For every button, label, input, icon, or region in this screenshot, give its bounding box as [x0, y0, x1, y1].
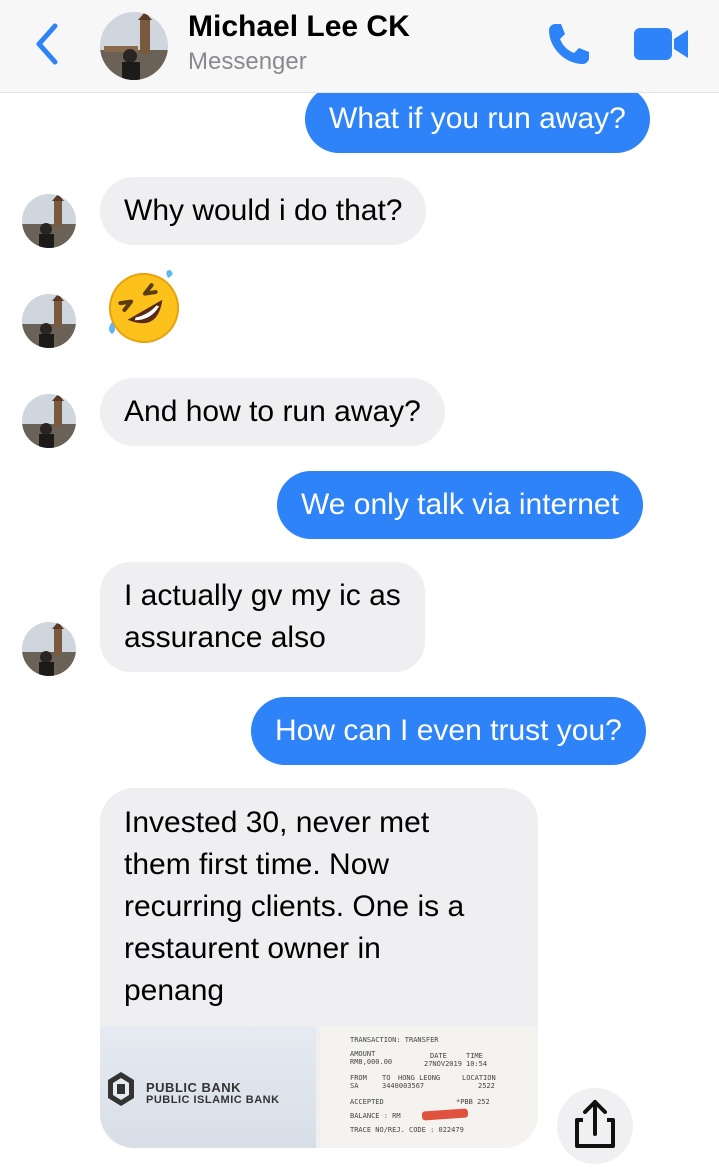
- transfer-receipt-photo[interactable]: TRANSACTION: TRANSFER AMOUNT RM8,000.00 …: [320, 1026, 538, 1148]
- receipt-status: ACCEPTED: [350, 1098, 384, 1106]
- message-bubble-incoming[interactable]: And how to run away?: [100, 378, 445, 446]
- avatar[interactable]: [22, 194, 76, 248]
- message-bubble-incoming[interactable]: Why would i do that?: [100, 177, 427, 245]
- receipt-amount: RM8,000.00: [350, 1058, 393, 1066]
- share-icon: [575, 1100, 615, 1148]
- receipt-date: 27NOV2019: [424, 1060, 462, 1068]
- avatar[interactable]: [22, 622, 76, 676]
- share-button[interactable]: [557, 1088, 633, 1164]
- avatar[interactable]: [22, 294, 76, 348]
- redaction-mark: [421, 1108, 469, 1121]
- contact-subtitle: Messenger: [188, 48, 307, 75]
- rolling-on-the-floor-laughing-emoji-icon: [109, 270, 179, 343]
- receipt-to-label: TO: [382, 1074, 391, 1082]
- receipt-date-label: DATE: [430, 1052, 447, 1060]
- receipt-amount-label: AMOUNT: [350, 1050, 376, 1058]
- video-camera-icon: [634, 28, 688, 60]
- receipt-to: HONG LEONG: [398, 1074, 441, 1082]
- receipt-to-account: 3440003567: [382, 1082, 425, 1090]
- bank-sign-photo[interactable]: PUBLIC BANK PUBLIC ISLAMIC BANK: [100, 1026, 316, 1148]
- bank-subname: PUBLIC ISLAMIC BANK: [146, 1094, 280, 1106]
- video-call-button[interactable]: [634, 26, 690, 62]
- message-text: Invested 30, never met them first time. …: [124, 806, 465, 1007]
- receipt-location-label: LOCATION: [462, 1074, 496, 1082]
- contact-avatar[interactable]: [100, 12, 168, 80]
- avatar[interactable]: [22, 394, 76, 448]
- receipt-trace: TRACE NO/REJ. CODE : 022479: [350, 1126, 464, 1134]
- receipt-pbb: *PBB 252: [456, 1098, 490, 1106]
- receipt-time-label: TIME: [466, 1052, 483, 1060]
- chevron-left-icon: [36, 23, 58, 65]
- message-bubble-incoming[interactable]: I actually gv my ic as assurance also: [100, 562, 425, 672]
- bank-name: PUBLIC BANK: [146, 1080, 242, 1095]
- back-button[interactable]: [28, 22, 68, 66]
- message-bubble-outgoing[interactable]: We only talk via internet: [277, 471, 643, 539]
- public-bank-logo-icon: [108, 1072, 134, 1106]
- laughing-emoji-message[interactable]: [106, 270, 182, 346]
- contact-name[interactable]: Michael Lee CK: [188, 10, 410, 44]
- receipt-time: 10:54: [466, 1060, 488, 1068]
- receipt-balance-label: BALANCE : RM: [350, 1112, 401, 1120]
- call-button[interactable]: [545, 20, 593, 68]
- chat-header: Michael Lee CK Messenger: [0, 0, 719, 93]
- receipt-transaction: TRANSACTION: TRANSFER: [350, 1036, 439, 1044]
- receipt-location: 2522: [478, 1082, 495, 1090]
- receipt-from-label: FROM: [350, 1074, 367, 1082]
- message-bubble-outgoing[interactable]: What if you run away?: [305, 85, 650, 153]
- phone-icon: [549, 24, 589, 64]
- message-bubble-with-attachments[interactable]: Invested 30, never met them first time. …: [100, 788, 538, 1148]
- message-bubble-outgoing[interactable]: How can I even trust you?: [251, 697, 646, 765]
- receipt-from: SA: [350, 1082, 359, 1090]
